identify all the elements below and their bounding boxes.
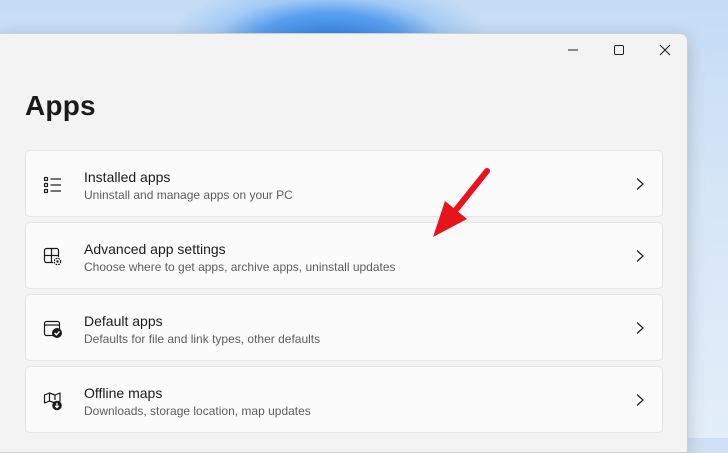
card-description: Uninstall and manage apps on your PC (84, 188, 293, 202)
card-description: Downloads, storage location, map updates (84, 404, 311, 418)
card-description: Defaults for file and link types, other … (84, 332, 321, 346)
card-title: Advanced app settings (84, 241, 226, 257)
page-title: Apps (25, 90, 96, 121)
card-title: Offline maps (84, 385, 163, 401)
maximize-icon (614, 45, 624, 55)
chevron-right-icon (636, 250, 644, 262)
close-button[interactable] (642, 34, 687, 66)
settings-window: Apps Installed apps Uninstall and manage… (0, 33, 688, 453)
offline-maps-icon (43, 392, 62, 411)
installed-apps-list-icon (43, 176, 61, 194)
chevron-right-icon (636, 322, 644, 334)
default-apps-icon (43, 320, 62, 338)
maximize-button[interactable] (596, 34, 642, 66)
minimize-icon (568, 49, 578, 51)
minimize-button[interactable] (550, 34, 596, 66)
chevron-right-icon (636, 178, 644, 190)
advanced-app-settings-icon (43, 247, 62, 266)
card-title: Installed apps (84, 169, 171, 185)
annotation-arrow (433, 168, 490, 237)
card-offline-maps[interactable]: Offline maps Downloads, storage location… (25, 366, 663, 433)
card-advanced-app-settings[interactable]: Advanced app settings Choose where to ge… (25, 222, 663, 289)
card-installed-apps[interactable]: Installed apps Uninstall and manage apps… (25, 150, 663, 217)
card-description: Choose where to get apps, archive apps, … (84, 260, 396, 274)
close-icon (659, 44, 671, 56)
card-title: Default apps (84, 313, 163, 329)
card-default-apps[interactable]: Default apps Defaults for file and link … (25, 294, 663, 361)
chevron-right-icon (636, 394, 644, 406)
